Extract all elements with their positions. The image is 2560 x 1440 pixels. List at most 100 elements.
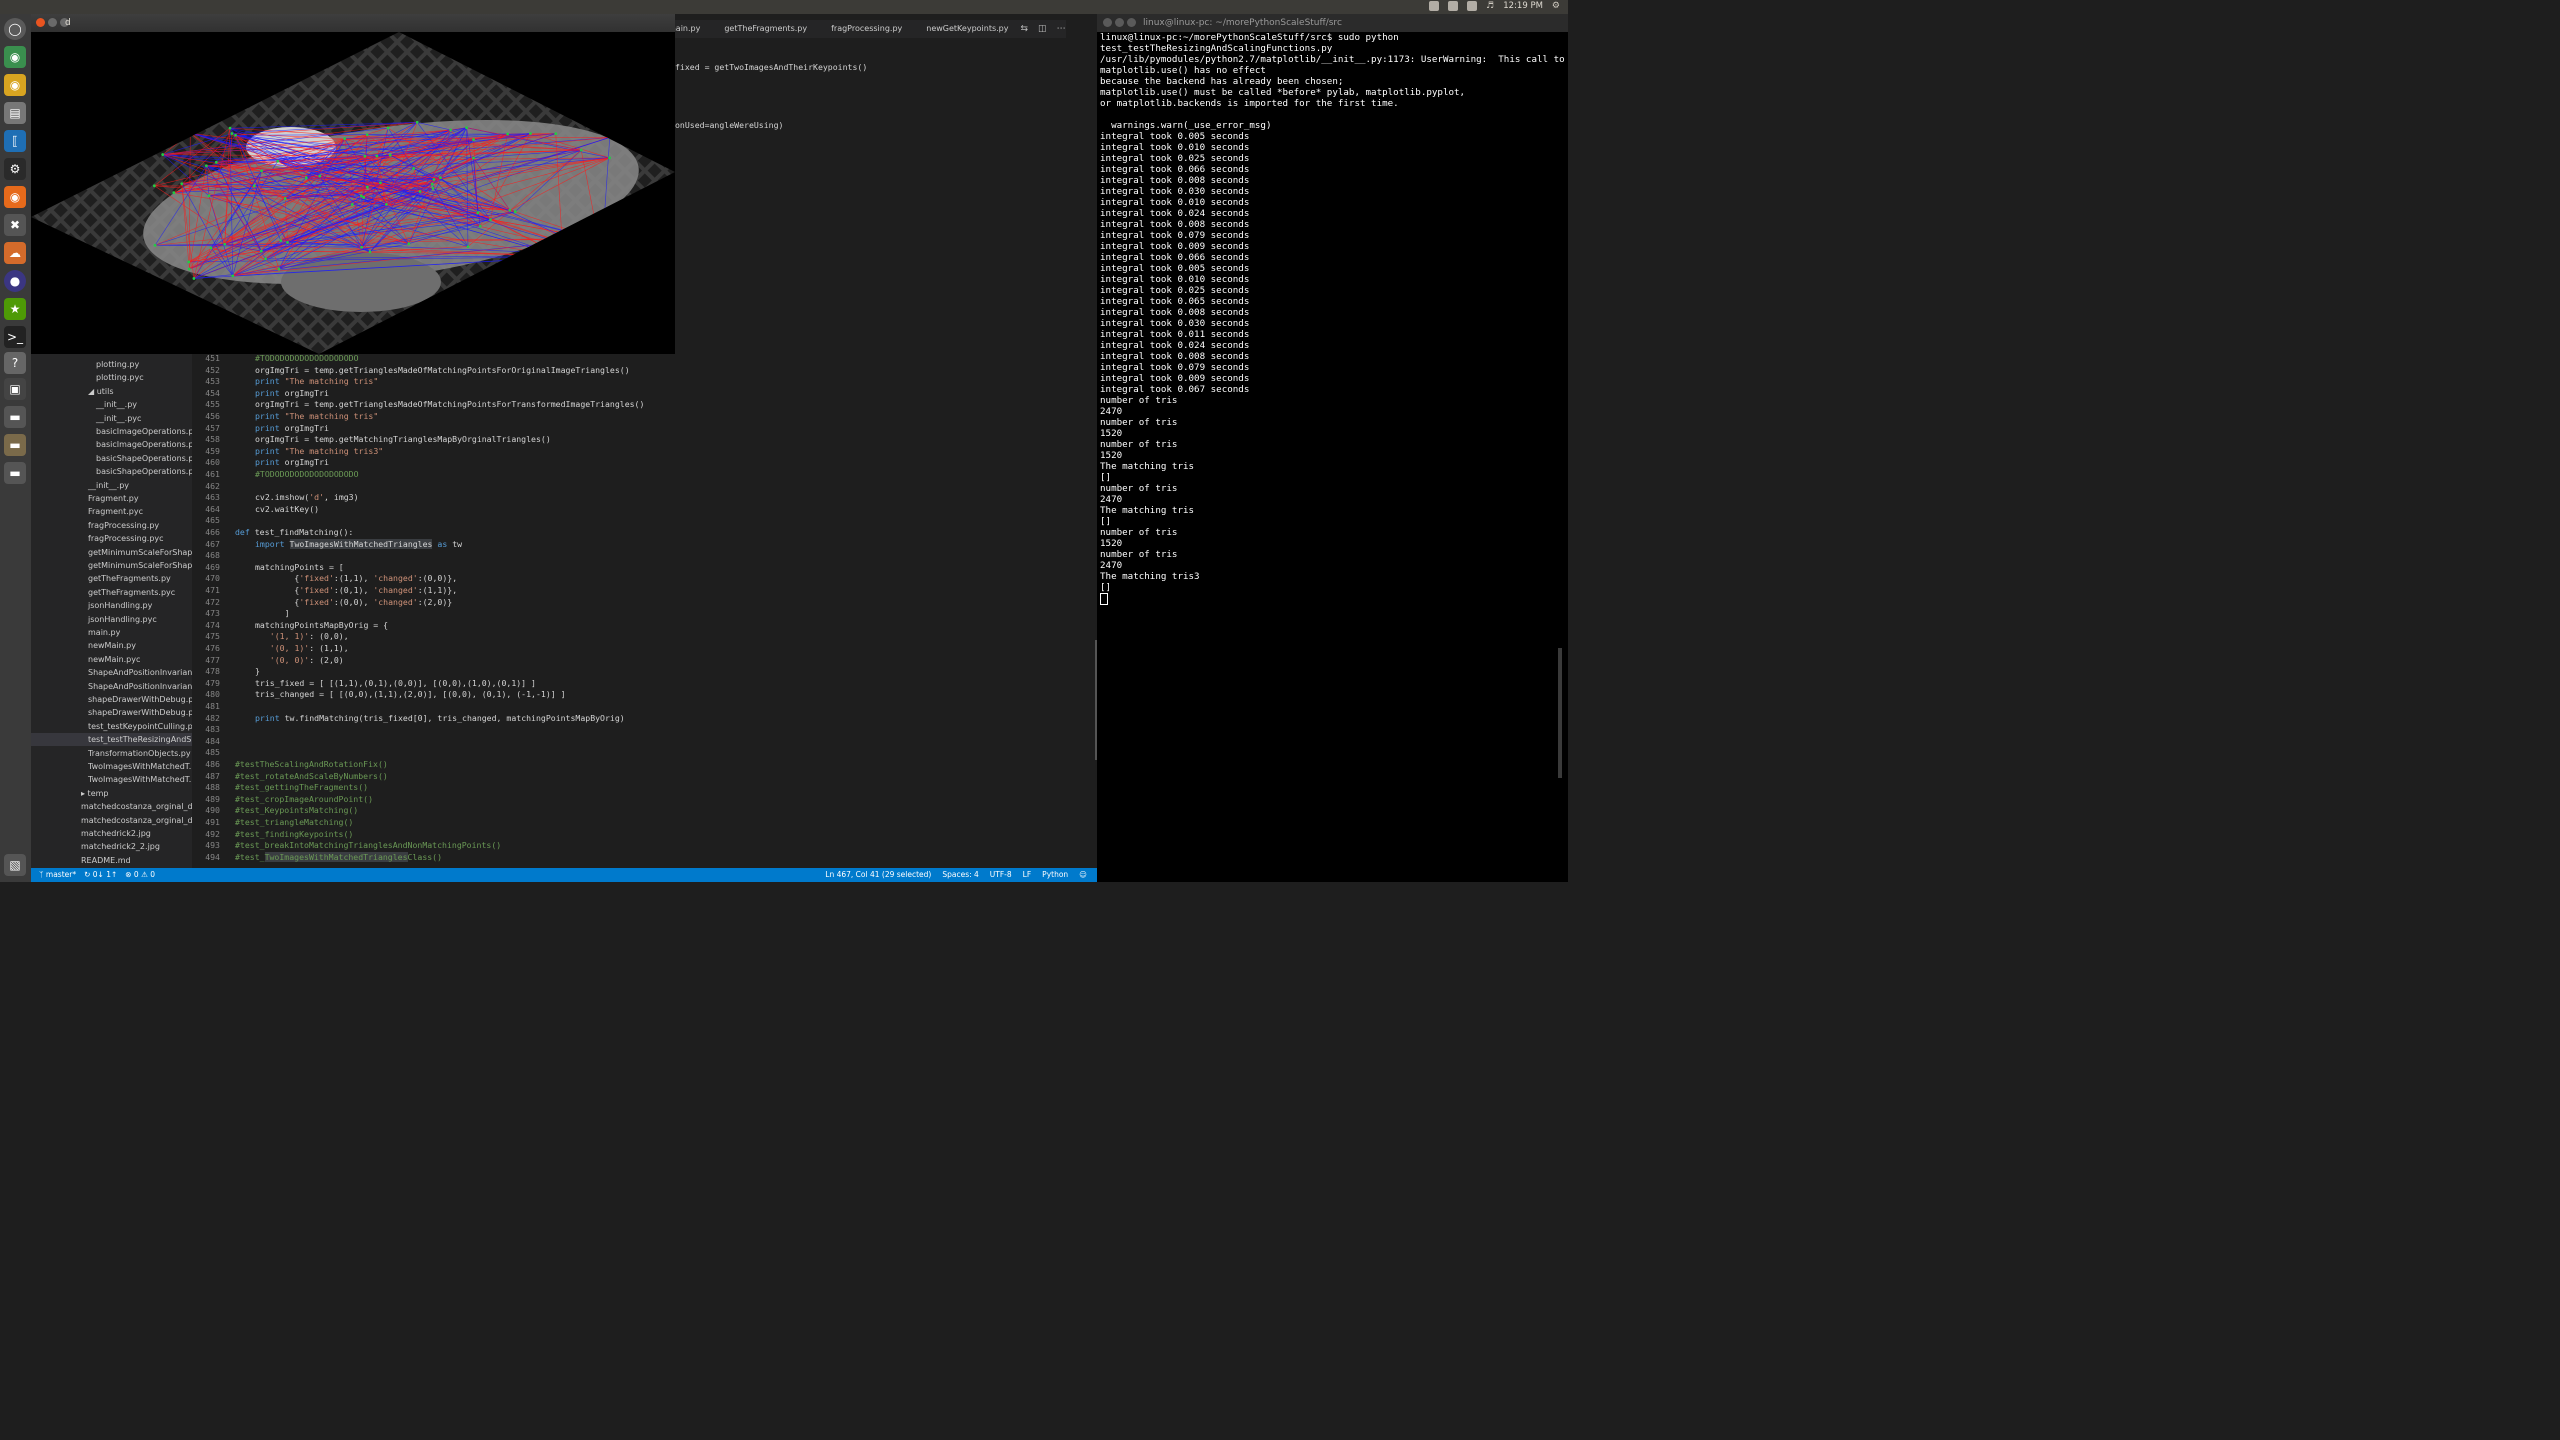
code-line[interactable]: orgImgTri = temp.getMatchingTrianglesMap… xyxy=(255,434,551,444)
code-line[interactable]: print orgImgTri xyxy=(255,423,329,433)
language-mode[interactable]: Python xyxy=(1042,870,1068,879)
code-line[interactable]: '(0, 1)': (1,1), xyxy=(255,643,349,653)
code-line[interactable]: #TODODODODODODODODODO xyxy=(255,353,359,363)
explorer-item[interactable]: basicImageOperations.pyc xyxy=(96,438,192,451)
code-line[interactable]: orgImgTri = temp.getTrianglesMadeOfMatch… xyxy=(255,399,644,409)
cursor-position[interactable]: Ln 467, Col 41 (29 selected) xyxy=(825,870,931,879)
tools-icon[interactable]: ✖ xyxy=(4,214,26,236)
git-branch[interactable]: ᛉ master* xyxy=(39,870,76,879)
steam-icon[interactable]: ⚙ xyxy=(4,158,26,180)
code-line[interactable]: print "The matching tris" xyxy=(255,411,378,421)
image-window[interactable]: d xyxy=(31,14,675,354)
tab-new-get-keypoints[interactable]: newGetKeypoints.py xyxy=(914,20,1020,38)
explorer-item[interactable]: test_testTheResizingAndS... xyxy=(31,733,192,747)
image-window-titlebar[interactable]: d xyxy=(31,14,675,32)
drive-icon-3[interactable]: ▬ xyxy=(4,462,26,484)
explorer-item[interactable]: TransformationObjects.py xyxy=(88,747,191,760)
code-line[interactable]: def test_findMatching(): xyxy=(235,527,353,537)
code-line[interactable]: cv2.waitKey() xyxy=(255,504,319,514)
keyboard-icon[interactable] xyxy=(1467,1,1478,11)
code-line[interactable]: import TwoImagesWithMatchedTriangles as … xyxy=(255,538,462,549)
drive-icon[interactable]: ▬ xyxy=(4,406,26,428)
explorer-item[interactable]: basicImageOperations.py xyxy=(96,425,192,438)
maximize-icon[interactable] xyxy=(1127,18,1136,27)
explorer-item[interactable]: TwoImagesWithMatchedT... xyxy=(88,773,192,786)
trash-icon[interactable]: ▧ xyxy=(4,854,26,876)
tab-get-the-fragments[interactable]: getTheFragments.py xyxy=(712,20,819,38)
top-code-line-2[interactable]: onUsed=angleWereUsing) xyxy=(675,120,783,130)
files-icon[interactable]: ▤ xyxy=(4,102,26,124)
explorer-item[interactable]: README.md xyxy=(81,854,131,867)
code-line[interactable]: #test_cropImageAroundPoint() xyxy=(235,794,373,804)
code-line[interactable]: orgImgTri = temp.getTrianglesMadeOfMatch… xyxy=(255,365,630,375)
message-icon[interactable] xyxy=(1448,1,1459,11)
minimize-icon[interactable] xyxy=(48,18,57,27)
explorer-item[interactable]: __init__.py xyxy=(88,479,129,492)
explorer-item[interactable]: getMinimumScaleForShap... xyxy=(88,546,192,559)
explorer-item[interactable]: test_testKeypointCulling.py xyxy=(88,720,192,733)
code-line[interactable]: matchingPoints = [ xyxy=(255,562,344,572)
explorer-item[interactable]: getTheFragments.py xyxy=(88,572,171,585)
explorer-item[interactable]: shapeDrawerWithDebug.pyc xyxy=(88,706,192,719)
indentation[interactable]: Spaces: 4 xyxy=(942,870,978,879)
explorer-item[interactable]: ShapeAndPositionInvarian... xyxy=(88,680,192,693)
explorer-item[interactable]: plotting.pyc xyxy=(96,371,144,384)
explorer-item[interactable]: matchedrick2.jpg xyxy=(81,827,151,840)
code-line[interactable]: #test_findingKeypoints() xyxy=(235,829,353,839)
explorer-item[interactable]: matchedcostanza_orginal_d... xyxy=(81,814,192,827)
code-line[interactable]: #test_breakIntoMatchingTrianglesAndNonMa… xyxy=(235,840,501,850)
end-of-line[interactable]: LF xyxy=(1023,870,1032,879)
vscode-icon[interactable]: ⟦ xyxy=(4,130,26,152)
more-actions-icon[interactable]: ⋯ xyxy=(1057,24,1066,34)
dropbox-icon[interactable] xyxy=(1429,1,1440,11)
close-icon[interactable] xyxy=(1103,18,1112,27)
explorer-item[interactable]: plotting.py xyxy=(96,358,139,371)
explorer-item[interactable]: __init__.py xyxy=(96,398,137,411)
explorer-item[interactable]: Fragment.py xyxy=(88,492,139,505)
close-icon[interactable] xyxy=(36,18,45,27)
gimp-icon[interactable]: ★ xyxy=(4,298,26,320)
app-icon[interactable]: ▣ xyxy=(4,378,26,400)
code-line[interactable]: #test_triangleMatching() xyxy=(235,817,353,827)
code-line[interactable]: print tw.findMatching(tris_fixed[0], tri… xyxy=(255,713,625,723)
explorer-item[interactable]: matchedcostanza_orginal_d... xyxy=(81,800,192,813)
code-line[interactable]: print orgImgTri xyxy=(255,457,329,467)
code-line[interactable]: cv2.imshow('d', img3) xyxy=(255,492,359,502)
code-line[interactable]: print "The matching tris" xyxy=(255,376,378,386)
code-line[interactable]: #test_KeypointsMatching() xyxy=(235,805,358,815)
eclipse-icon[interactable]: ● xyxy=(4,270,26,292)
tab-frag-processing[interactable]: fragProcessing.py xyxy=(819,20,914,38)
explorer-item[interactable]: ShapeAndPositionInvarian... xyxy=(88,666,192,679)
code-line[interactable]: {'fixed':(0,0), 'changed':(2,0)} xyxy=(255,597,452,607)
code-line[interactable]: '(1, 1)': (0,0), xyxy=(255,631,349,641)
code-line[interactable]: matchingPointsMapByOrig = { xyxy=(255,620,388,630)
code-line[interactable]: #test_TwoImagesWithMatchedTrianglesClass… xyxy=(235,851,442,862)
code-line[interactable]: #testTheScalingAndRotationFix() xyxy=(235,759,388,769)
code-line[interactable]: ] xyxy=(255,608,290,618)
explorer-item[interactable]: fragProcessing.pyc xyxy=(88,532,164,545)
explorer-item[interactable]: TwoImagesWithMatchedT... xyxy=(88,760,192,773)
sync-status[interactable]: ↻ 0↓ 1↑ xyxy=(84,870,117,879)
terminal-window[interactable]: linux@linux-pc: ~/morePythonScaleStuff/s… xyxy=(1097,14,1568,882)
explorer-item[interactable]: ▸ temp xyxy=(81,787,109,800)
chrome-alt-icon[interactable]: ◉ xyxy=(4,74,26,96)
explorer-item[interactable]: newMain.pyc xyxy=(88,653,140,666)
explorer-item[interactable]: fragProcessing.py xyxy=(88,519,159,532)
explorer-item[interactable]: main.py xyxy=(88,626,120,639)
terminal-output[interactable]: linux@linux-pc:~/morePythonScaleStuff/sr… xyxy=(1100,32,1566,605)
code-line[interactable]: tris_fixed = [ [(1,1),(0,1),(0,0)], [(0,… xyxy=(255,678,536,688)
chrome-icon[interactable]: ◉ xyxy=(4,46,26,68)
clock[interactable]: 12:19 PM xyxy=(1503,1,1543,11)
ubuntu-dash-icon[interactable]: ◯ xyxy=(4,18,26,40)
terminal-icon[interactable]: >_ xyxy=(4,326,26,348)
explorer-item[interactable]: jsonHandling.py xyxy=(88,599,152,612)
code-line[interactable]: } xyxy=(255,666,260,676)
explorer-item[interactable]: basicShapeOperations.pyc xyxy=(96,465,192,478)
explorer-item[interactable]: getMinimumScaleForShap... xyxy=(88,559,192,572)
code-line[interactable]: {'fixed':(1,1), 'changed':(0,0)}, xyxy=(255,573,457,583)
code-editor[interactable]: 451 #TODODODODODODODODODO 452 orgImgTri = t… xyxy=(192,350,1097,868)
explorer-item[interactable]: jsonHandling.pyc xyxy=(88,613,157,626)
volume-icon[interactable]: ♬ xyxy=(1486,1,1494,11)
split-editor-icon[interactable]: ◫ xyxy=(1038,24,1047,34)
terminal-scrollbar[interactable] xyxy=(1558,648,1562,778)
